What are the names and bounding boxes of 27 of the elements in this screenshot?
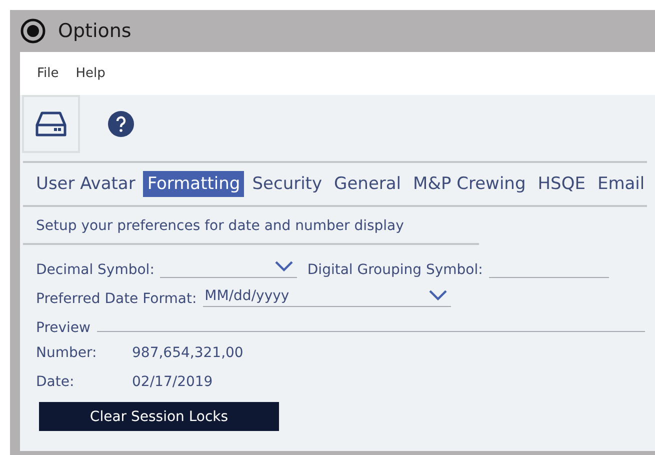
preview-label: Number: — [36, 344, 98, 360]
menu-item[interactable]: Help — [76, 66, 106, 81]
radio-icon — [20, 18, 46, 44]
preview-label: Preview — [36, 320, 90, 336]
preview-label: Date: — [36, 374, 76, 390]
toolbar-button[interactable] — [22, 95, 80, 153]
tab[interactable]: HSQE — [534, 171, 590, 197]
tab[interactable]: Formatting — [143, 171, 244, 197]
field-label: Decimal Symbol: — [36, 262, 154, 278]
drive-icon — [35, 111, 67, 137]
field-label: Digital Grouping Symbol: — [307, 262, 483, 278]
description-text: Setup your preferences for date and number display — [35, 217, 405, 236]
field-label: Preferred Date Format: — [36, 291, 197, 307]
preview-value: 987,654,321,00 — [132, 344, 244, 360]
menu-item[interactable]: File — [37, 66, 59, 81]
help-icon — [108, 111, 134, 137]
clear-session-locks-button[interactable]: Clear Session Locks — [39, 402, 279, 431]
chevron-down-icon[interactable] — [275, 261, 294, 272]
tab[interactable]: General — [330, 171, 406, 197]
preview-value: 02/17/2019 — [132, 374, 213, 390]
tab[interactable]: User Avatar — [32, 171, 140, 197]
tab[interactable]: Security — [248, 171, 326, 197]
tab[interactable]: Email — [593, 171, 649, 197]
date-format-dropdown[interactable]: MM/dd/yyyy — [202, 285, 451, 307]
tab[interactable]: M&P Crewing — [409, 171, 530, 197]
window-title: Options — [58, 20, 132, 42]
chevron-down-icon[interactable] — [428, 290, 447, 301]
